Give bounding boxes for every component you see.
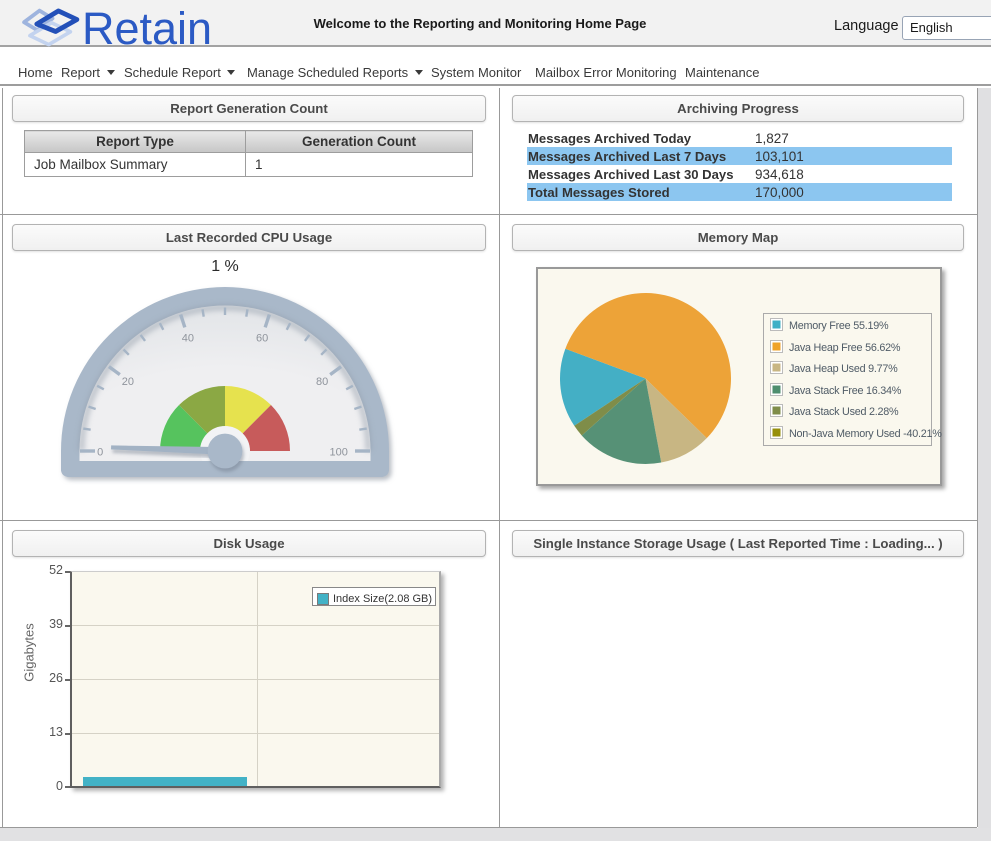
svg-text:60: 60 xyxy=(256,332,268,344)
svg-text:100: 100 xyxy=(330,447,348,459)
svg-text:20: 20 xyxy=(122,376,134,388)
svg-text:0: 0 xyxy=(97,447,103,459)
svg-text:80: 80 xyxy=(316,376,328,388)
svg-text:Retain: Retain xyxy=(82,3,212,50)
svg-text:40: 40 xyxy=(182,332,194,344)
